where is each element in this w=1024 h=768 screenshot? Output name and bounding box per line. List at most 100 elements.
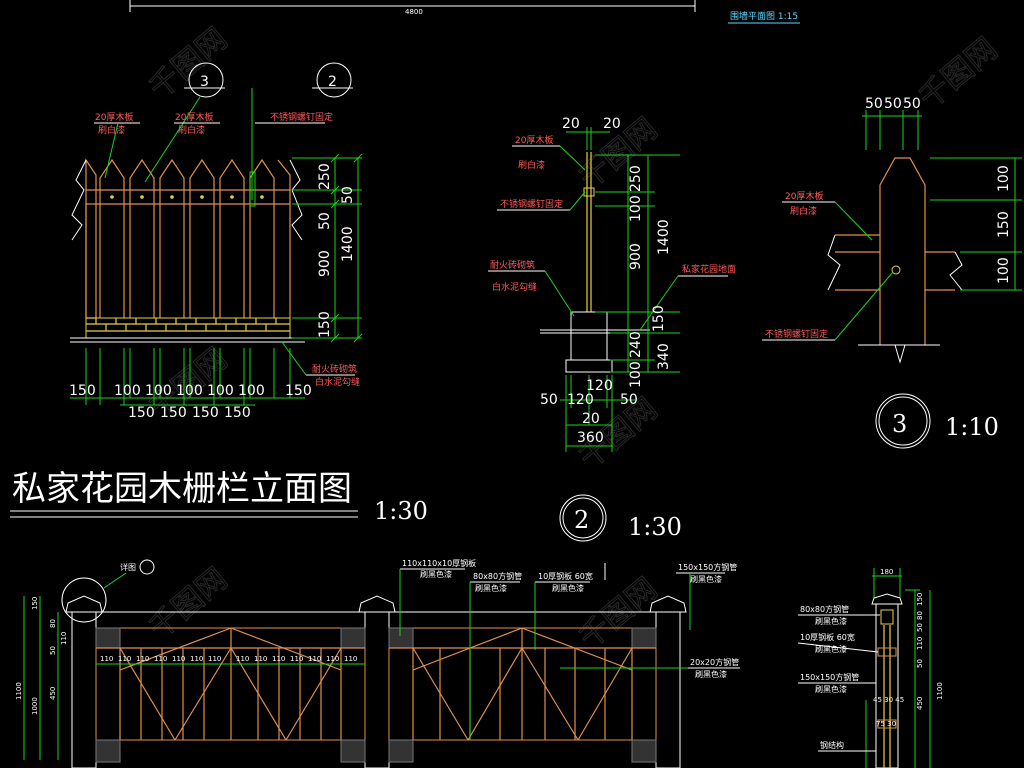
dim-label: 110 (236, 655, 249, 663)
dim-label: 50 (540, 392, 558, 408)
dim-label: 110 (290, 655, 303, 663)
dim-label: 50 (916, 659, 924, 668)
brick-base (85, 317, 291, 339)
dim-label: 110 (60, 632, 68, 645)
fence-screws (110, 195, 264, 199)
dim-label: 150 (916, 593, 924, 606)
callout-text: 110x110x10厚钢板 (402, 558, 476, 568)
dim-label: 450 (916, 697, 924, 710)
note-text: 20厚木板 (95, 111, 133, 123)
dim-label: 100 (207, 383, 234, 399)
dim-label: 100 (628, 361, 644, 388)
dim-label: 110 (100, 655, 113, 663)
dim-label: 50 (903, 96, 921, 112)
callout-text: 刷黑色漆 (815, 684, 847, 694)
dim-label: 100 (996, 257, 1012, 284)
callout-text: 150x150方钢管 (800, 672, 859, 682)
callout-text: 刷黑色漆 (420, 569, 452, 579)
cad-drawing-canvas: 千图网 千图网 千图网 千图网 千图网 千图网 千图网 4800 围墙平面图 1… (10, 0, 1022, 768)
detail-2-scale: 1:30 (628, 513, 682, 541)
note-text: 耐火砖砌筑 (490, 259, 535, 271)
dim-label: 80 (916, 611, 924, 620)
watermark: 千图网 (913, 31, 1004, 116)
dim-label: 110 (118, 655, 131, 663)
top-dimension: 4800 (405, 8, 423, 16)
dim-label: 150 (285, 383, 312, 399)
note-text: 20厚木板 (175, 111, 213, 123)
dim-label: 110 (272, 655, 285, 663)
dim-label: 150 (69, 383, 96, 399)
dim-label: 110 (344, 655, 357, 663)
dim-label: 100 (996, 165, 1012, 192)
top-plan-strip: 4800 围墙平面图 1:15 (129, 0, 800, 24)
dim-label: 250 (317, 163, 333, 190)
dim-label: 100 (238, 383, 265, 399)
dim-label: 150 (996, 211, 1012, 238)
dim-label: 110 (154, 655, 167, 663)
callout-text: 10厚钢板 60宽 (538, 571, 593, 581)
dim-label: 110 (326, 655, 339, 663)
callout-badge (139, 559, 155, 575)
detail-3: 50 50 50 100 150 100 20厚木板 刷白漆 不锈钢螺钉固定 3… (762, 96, 1022, 449)
callout-text: 80x80方钢管 (800, 604, 849, 614)
badge-label: 3 (892, 410, 907, 438)
dim-label: 20 (603, 116, 621, 132)
drawing-scale: 1:30 (374, 497, 428, 525)
dim-label: 240 (628, 331, 644, 358)
drawing-title-block: 私家花园木栅栏立面图 1:30 (10, 469, 428, 525)
callout-text: 10厚钢板 60宽 (800, 632, 855, 642)
dim-label: 50 (49, 646, 57, 655)
dim-label: 110 (190, 655, 203, 663)
dim-label: 250 (628, 165, 644, 192)
note-text: 不锈钢螺钉固定 (270, 111, 333, 123)
dim-label: 110 (208, 655, 221, 663)
callout-text: 刷黑色漆 (552, 583, 584, 593)
dim-label: 50 (317, 212, 333, 230)
note-text: 不锈钢螺钉固定 (765, 328, 828, 340)
note-text: 20厚木板 (515, 134, 553, 146)
watermark: 千图网 (143, 561, 234, 646)
note-text: 私家花园地面 (682, 263, 736, 275)
note-text: 耐火砖砌筑 (312, 363, 357, 375)
dim-label: 900 (628, 243, 644, 270)
dim-label: 100 (628, 195, 644, 222)
dim-label: 20 (582, 411, 600, 427)
dim-label: 150 (128, 405, 155, 421)
note-text: 白水泥勾缝 (492, 281, 537, 293)
panel-left (95, 627, 366, 763)
dim-label: 100 (176, 383, 203, 399)
dim-label: 180 (880, 568, 893, 576)
dim-label: 50 (340, 186, 356, 204)
note-text: 不锈钢螺钉固定 (500, 198, 563, 210)
watermark: 千图网 (143, 21, 234, 106)
panel-right (388, 627, 657, 763)
badge-label: 2 (574, 506, 589, 534)
dim-label: 1400 (656, 219, 672, 255)
iron-fence-left-dims: 150 80 110 50 450 1100 1000 (15, 596, 68, 760)
detail-3-scale: 1:10 (945, 413, 999, 441)
note-text: 刷白漆 (790, 205, 817, 217)
dim-label: 110 (136, 655, 149, 663)
note-text: 刷白漆 (98, 124, 125, 136)
callout-text: 80x80方钢管 (473, 571, 522, 581)
dim-label: 75 30 (876, 720, 896, 728)
callout-text: 刷黑色漆 (815, 616, 847, 626)
iron-fence-row-dims: 110 110 110 110 110 110 110 110 110 110 … (100, 655, 357, 663)
iron-fence-side-section: 180 150 80 50 110 50 450 1100 45 30 45 7… (797, 568, 944, 768)
callout-label: 详图 (120, 562, 136, 572)
plan-scale-note: 围墙平面图 1:15 (730, 10, 798, 22)
dim-label: 150 (160, 405, 187, 421)
dim-label: 150 (31, 597, 39, 610)
dim-label: 50 (620, 392, 638, 408)
callout-text: 刷黑色漆 (690, 574, 722, 584)
dim-label: 110 (254, 655, 267, 663)
dim-label: 360 (577, 430, 604, 446)
dim-label: 110 (308, 655, 321, 663)
detail-callout-circle (61, 577, 107, 623)
callout-text: 钢结构 (820, 740, 844, 750)
dim-label: 80 (49, 619, 57, 628)
callout-text: 20x20方钢管 (690, 657, 739, 667)
dim-label: 900 (317, 250, 333, 277)
dim-label: 150 (224, 405, 251, 421)
note-text: 刷白漆 (518, 159, 545, 171)
